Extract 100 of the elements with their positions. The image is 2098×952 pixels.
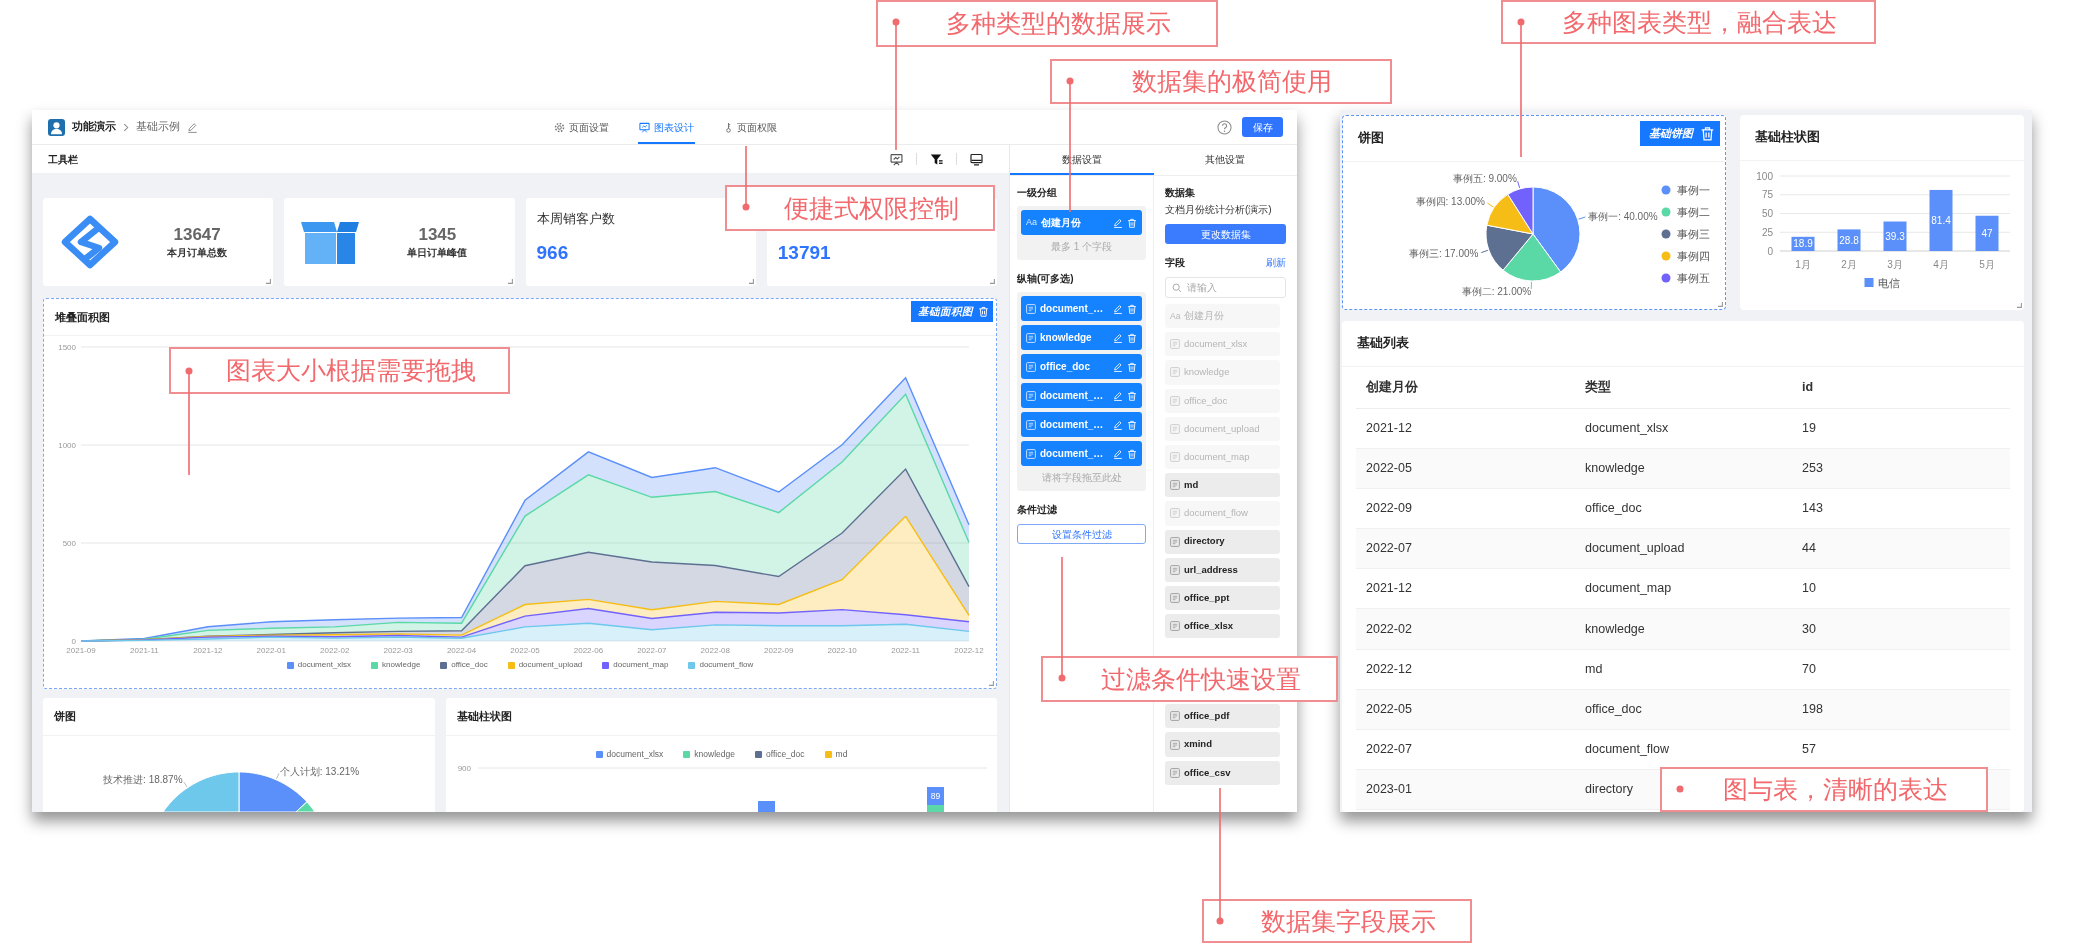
table-cell: knowledge — [1575, 608, 1792, 650]
field-type-icon — [1170, 767, 1180, 778]
axis-label: 5月 — [1979, 259, 1995, 270]
section-title: 条件过滤 — [1017, 504, 1058, 516]
field-item[interactable]: directory — [1165, 529, 1280, 554]
resize-handle-icon[interactable] — [2017, 303, 2022, 308]
axis-label: 2021-09 — [66, 646, 96, 655]
field-type-icon — [1026, 303, 1036, 314]
resize-handle-icon[interactable] — [266, 279, 272, 284]
refresh-link[interactable]: 刷新 — [1266, 257, 1286, 269]
field-chip[interactable]: office_doc — [1021, 354, 1142, 379]
column-header: 创建月份 — [1356, 368, 1575, 408]
change-dataset-button[interactable]: 更改数据集 — [1165, 224, 1286, 244]
resize-handle-icon[interactable] — [990, 279, 995, 284]
table-cell: 2023-01 — [1356, 769, 1575, 810]
table-cell: office_doc — [1575, 689, 1792, 730]
field-type-icon — [1170, 395, 1180, 406]
field-type-icon — [1170, 564, 1180, 575]
section-title: 数据集 — [1165, 187, 1196, 199]
save-button[interactable]: 保存 — [1242, 117, 1283, 137]
axis-label: 2022-01 — [256, 646, 286, 655]
trash-icon[interactable] — [1700, 126, 1715, 141]
resize-handle-icon[interactable] — [507, 279, 513, 284]
field-type-icon — [1170, 536, 1180, 547]
presentation-board-icon — [639, 121, 650, 133]
label-leader-line — [1480, 249, 1489, 254]
resize-handle-icon[interactable] — [1718, 302, 1723, 307]
field-type-icon — [1170, 452, 1180, 463]
axis-label: 2022-06 — [573, 646, 604, 655]
edit-icon[interactable] — [1113, 303, 1123, 314]
field-item[interactable]: office_pdf — [1165, 704, 1280, 729]
field-chip[interactable]: document_… — [1021, 441, 1142, 466]
field-chip[interactable]: document_… — [1021, 296, 1142, 321]
edit-icon[interactable] — [1113, 390, 1123, 401]
field-item[interactable]: md — [1165, 473, 1280, 498]
field-chip[interactable]: knowledge — [1021, 325, 1142, 350]
field-item[interactable]: office_csv — [1165, 760, 1280, 785]
edit-icon[interactable] — [1113, 361, 1123, 372]
bar — [758, 801, 775, 812]
field-type-icon — [1170, 592, 1180, 603]
breadcrumb-item[interactable]: 基础示例 — [136, 119, 180, 135]
search-field[interactable]: 请输入 — [1165, 277, 1286, 298]
table-cell: 30 — [1792, 608, 2010, 650]
field-item[interactable]: url_address — [1165, 557, 1280, 582]
presentation-board-icon[interactable] — [890, 152, 903, 166]
edit-icon[interactable] — [187, 121, 198, 133]
panel-tab[interactable]: 其他设置 — [1153, 145, 1297, 175]
trash-icon[interactable] — [1127, 217, 1137, 228]
legend-label: knowledge — [382, 659, 421, 671]
trash-icon[interactable] — [978, 306, 989, 317]
callout-label: 便捷式权限控制 — [725, 185, 995, 231]
page-tab[interactable]: 图表设计 — [638, 110, 695, 144]
monitor-icon[interactable] — [970, 152, 983, 166]
field-chip[interactable]: document_… — [1021, 383, 1142, 408]
axis-label: 1月 — [1795, 259, 1811, 270]
trash-icon[interactable] — [1127, 448, 1137, 459]
stat-value: 966 — [536, 243, 569, 262]
trash-icon[interactable] — [1127, 361, 1137, 372]
axis-label: 2022-09 — [764, 646, 794, 655]
table-cell: knowledge — [1575, 448, 1792, 489]
trash-icon[interactable] — [1127, 390, 1137, 401]
axis-tick-label: 75 — [1761, 189, 1773, 201]
filter-button[interactable]: 设置条件过滤 — [1017, 524, 1146, 544]
table-cell: document_map — [1575, 568, 1792, 609]
trash-icon[interactable] — [1127, 419, 1137, 430]
chart-type-button[interactable]: 基础饼图 — [1640, 121, 1720, 146]
breadcrumb-item: 功能演示 — [72, 119, 116, 135]
chart-type-button[interactable]: 基础面积图 — [911, 301, 993, 322]
edit-icon[interactable] — [1113, 217, 1123, 228]
page-tab[interactable]: 页面权限 — [723, 110, 778, 144]
callout-label: 过滤条件快速设置 — [1041, 656, 1338, 702]
table-cell: office_doc — [1575, 488, 1792, 529]
edit-icon[interactable] — [1113, 332, 1123, 343]
resize-handle-icon[interactable] — [748, 279, 754, 284]
legend-label: office_doc — [765, 747, 805, 761]
help-icon[interactable] — [1217, 119, 1232, 135]
table-cell: document_xlsx — [1575, 408, 1792, 449]
key-icon — [724, 121, 733, 133]
trash-icon[interactable] — [1127, 332, 1137, 343]
field-item[interactable]: office_xlsx — [1165, 614, 1280, 639]
card-title: 基础柱状图 — [457, 709, 512, 725]
field-chip[interactable]: Aa 创建月份 — [1021, 210, 1142, 235]
trash-icon[interactable] — [1127, 303, 1137, 314]
field-item[interactable]: xmind — [1165, 732, 1280, 757]
toolbar-title: 工具栏 — [48, 152, 78, 167]
field-type-icon — [1170, 739, 1180, 750]
stat-title: 本周销客户数 — [536, 212, 615, 226]
edit-icon[interactable] — [1113, 419, 1123, 430]
field-chip[interactable]: document_… — [1021, 412, 1142, 437]
slice-label: 事例一: 40.00% — [1588, 210, 1658, 222]
page-tab[interactable]: 页面设置 — [553, 110, 610, 144]
field-item[interactable]: office_ppt — [1165, 585, 1280, 611]
axis-label: 2月 — [1841, 259, 1857, 270]
legend-label: document_xlsx — [297, 659, 352, 671]
edit-icon[interactable] — [1113, 448, 1123, 459]
bar: 81.4 — [1929, 189, 1953, 251]
filter-icon[interactable] — [930, 152, 943, 166]
resize-handle-icon[interactable] — [989, 681, 994, 686]
field-type-icon — [1026, 361, 1036, 372]
label-leader-line — [183, 781, 188, 788]
